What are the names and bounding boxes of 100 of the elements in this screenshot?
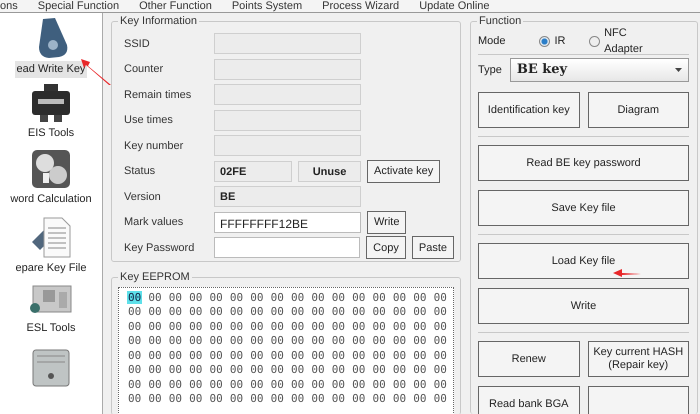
hex-value[interactable]: 00 [290,290,306,304]
hex-value[interactable]: 00 [188,290,204,304]
hex-value[interactable]: 00 [310,320,326,332]
hex-value[interactable]: 00 [330,320,346,332]
hex-value[interactable]: 00 [270,348,285,362]
hex-value[interactable]: 00 [147,392,163,405]
hex-value[interactable]: 00 [330,378,346,390]
hex-value[interactable]: 00 [412,363,428,376]
menu-item[interactable]: Points System [232,0,302,12]
hex-value[interactable]: 00 [432,320,448,332]
hex-value[interactable]: 00 [330,290,346,304]
hex-value[interactable]: 00 [270,334,285,347]
hex-value[interactable]: 00 [228,305,244,318]
hex-value[interactable]: 00 [127,348,142,362]
hex-value[interactable]: 00 [168,392,183,405]
hex-value[interactable]: 00 [208,363,224,376]
action-button[interactable]: Activate key [367,160,440,183]
hex-value[interactable]: 00 [168,290,183,304]
hex-value[interactable]: 00 [270,392,285,405]
hex-value[interactable]: 00 [412,348,428,362]
hex-value[interactable]: 00 [188,378,204,390]
hex-value[interactable]: 00 [208,305,224,318]
hex-value[interactable]: 00 [127,305,142,318]
hex-value[interactable]: 00 [432,392,448,405]
hex-value[interactable]: 00 [147,305,163,318]
hex-value[interactable]: 00 [372,290,387,304]
hex-value[interactable]: 00 [392,378,408,390]
input-field[interactable] [214,237,360,258]
hex-value[interactable]: 00 [127,334,142,347]
hex-value[interactable]: 00 [147,320,163,332]
hex-value[interactable]: 00 [147,363,163,376]
hex-value[interactable]: 00 [270,290,285,304]
hex-value[interactable]: 00 [168,348,183,362]
type-dropdown[interactable]: BE key [510,58,689,82]
hex-value[interactable]: 00 [392,392,408,405]
sidebar-item[interactable]: word Calculation [8,191,94,208]
hex-value[interactable]: 00 [168,305,183,318]
hex-value[interactable]: 00 [147,378,163,390]
hex-value[interactable]: 00 [290,348,306,362]
hex-value[interactable]: 00 [372,334,387,347]
sidebar-item[interactable]: epare Key File [14,260,88,276]
function-button[interactable]: Read bank BGA [478,386,580,414]
hex-value[interactable]: 00 [432,290,448,304]
hex-value[interactable]: 00 [208,348,224,362]
function-button[interactable]: Diagram [588,92,689,128]
hex-value[interactable]: 00 [208,392,224,405]
hex-value[interactable]: 00 [412,392,428,405]
hex-value[interactable]: 00 [249,392,264,405]
hex-value[interactable]: 00 [432,378,448,390]
hex-value[interactable]: 00 [351,320,366,332]
hex-value[interactable]: 00 [392,290,408,304]
hex-value[interactable]: 00 [208,290,224,304]
hex-value[interactable]: 00 [188,348,204,362]
hex-value[interactable]: 00 [330,392,346,405]
hex-value[interactable]: 00 [228,378,244,390]
function-button[interactable]: Key current HASH (Repair key) [588,341,689,377]
hex-value[interactable]: 00 [412,320,428,332]
hex-value[interactable]: 00 [351,290,366,304]
hex-value[interactable]: 00 [228,290,244,304]
hex-value[interactable]: 00 [290,305,306,318]
hex-value[interactable]: 00 [310,348,326,362]
function-button[interactable]: Write [478,288,689,324]
hex-value[interactable]: 00 [147,348,163,362]
hex-value[interactable]: 00 [351,348,366,362]
hex-value[interactable]: 00 [168,334,183,347]
hex-value[interactable]: 00 [249,290,264,304]
hex-value[interactable]: 00 [290,334,306,347]
hex-value[interactable]: 00 [147,290,163,304]
radio-icon[interactable] [589,36,600,46]
hex-value[interactable]: 00 [188,392,204,405]
hex-value[interactable]: 00 [188,320,204,332]
input-field[interactable]: FFFFFFFF12BE [214,212,361,233]
hex-value[interactable]: 00 [228,348,244,362]
code-dials-icon[interactable] [31,149,71,190]
hex-value[interactable]: 00 [208,320,224,332]
hex-value[interactable]: 00 [228,363,244,376]
hex-value[interactable]: 00 [127,290,142,304]
menu-item[interactable]: Update Online [419,0,490,12]
hex-value[interactable]: 00 [168,378,183,390]
hex-value[interactable]: 00 [392,305,408,318]
hex-value[interactable]: 00 [310,392,326,405]
sidebar-item[interactable]: ESL Tools [24,320,78,336]
menu-item[interactable]: Process Wizard [322,0,400,12]
hex-value[interactable]: 00 [249,378,264,390]
hex-value[interactable]: 00 [432,348,448,362]
radio-option[interactable]: IR [539,32,566,50]
radio-option[interactable]: NFC Adapter [589,24,665,58]
hex-value[interactable]: 00 [432,363,448,376]
hex-value[interactable]: 00 [412,305,428,318]
hex-value[interactable]: 00 [270,305,285,318]
hex-value[interactable]: 00 [228,320,244,332]
hex-value[interactable]: 00 [310,363,326,376]
control-unit-icon[interactable] [31,348,71,388]
function-button[interactable]: Renew [478,341,580,377]
hex-value[interactable]: 00 [249,363,264,376]
hex-value[interactable]: 00 [208,378,224,390]
hex-value[interactable]: 00 [228,392,244,405]
hex-value[interactable]: 00 [127,363,142,376]
hex-value[interactable]: 00 [372,305,387,318]
menu-item[interactable]: ons [0,0,18,12]
